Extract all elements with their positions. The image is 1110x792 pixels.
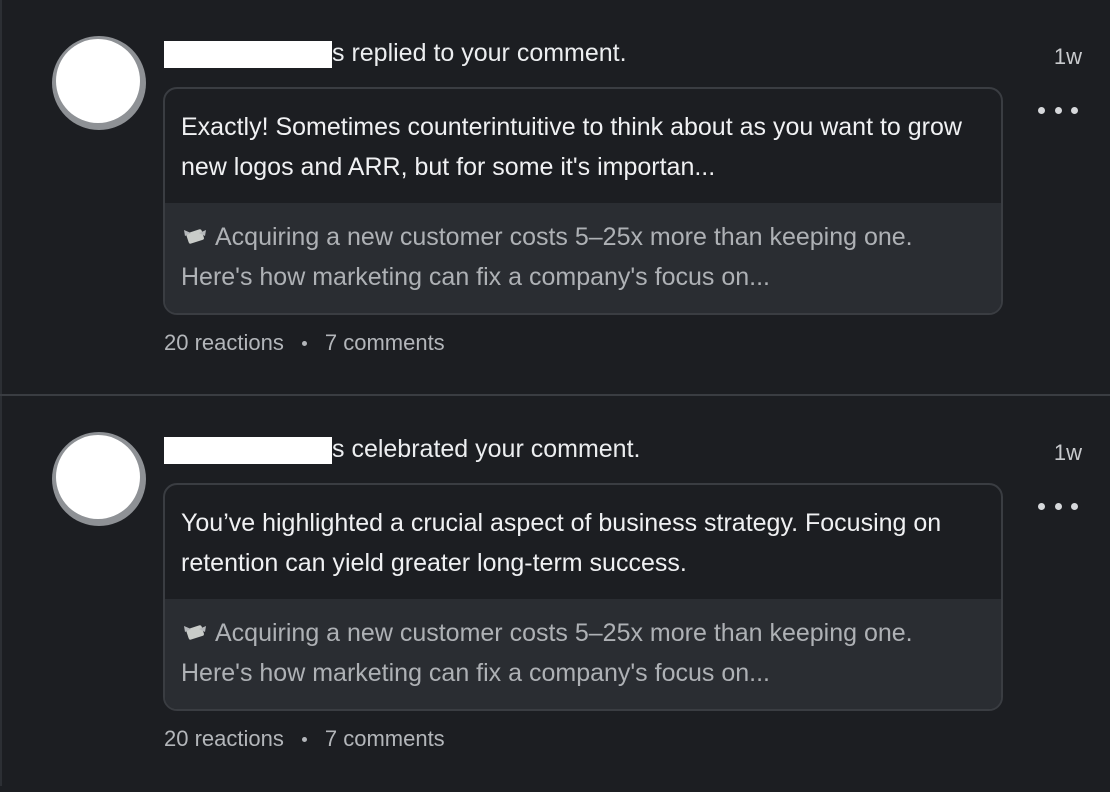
post-preview-text: Acquiring a new customer costs 5–25x mor… bbox=[181, 619, 913, 687]
comment-card[interactable]: Exactly! Sometimes counterintuitive to t… bbox=[163, 87, 1003, 315]
more-options-button[interactable] bbox=[1036, 98, 1080, 122]
engagement-stats: 20 reactions 7 comments bbox=[164, 726, 445, 752]
avatar-redacted bbox=[56, 39, 140, 123]
more-options-button[interactable] bbox=[1036, 494, 1080, 518]
action-text: s replied to your comment. bbox=[332, 39, 627, 67]
avatar[interactable] bbox=[52, 432, 146, 526]
redacted-name bbox=[164, 437, 332, 464]
comment-text: You’ve highlighted a crucial aspect of b… bbox=[181, 509, 942, 577]
timestamp: 1w bbox=[1053, 440, 1082, 465]
more-options-icon bbox=[1038, 106, 1045, 114]
notification-headline[interactable]: s celebrated your comment. bbox=[164, 434, 640, 464]
avatar-redacted bbox=[56, 435, 140, 519]
comments-count[interactable]: 7 comments bbox=[325, 330, 445, 356]
separator-dot bbox=[301, 736, 307, 742]
reactions-count[interactable]: 20 reactions bbox=[164, 330, 284, 356]
money-wings-icon bbox=[184, 625, 206, 640]
avatar[interactable] bbox=[52, 36, 146, 130]
comment-card[interactable]: You’ve highlighted a crucial aspect of b… bbox=[163, 483, 1003, 711]
more-options-icon bbox=[1038, 502, 1045, 510]
notification-item[interactable]: s celebrated your comment. 1w You’ve hig… bbox=[0, 396, 1110, 792]
notification-headline[interactable]: s replied to your comment. bbox=[164, 38, 627, 68]
post-preview-text: Acquiring a new customer costs 5–25x mor… bbox=[181, 223, 913, 291]
action-text: s celebrated your comment. bbox=[332, 435, 641, 463]
redacted-name bbox=[164, 41, 332, 68]
money-wings-icon bbox=[184, 229, 206, 244]
notification-item[interactable]: s replied to your comment. 1w Exactly! S… bbox=[0, 0, 1110, 396]
post-preview[interactable]: Acquiring a new customer costs 5–25x mor… bbox=[165, 599, 1001, 709]
post-preview[interactable]: Acquiring a new customer costs 5–25x mor… bbox=[165, 203, 1001, 313]
separator-dot bbox=[301, 340, 307, 346]
reactions-count[interactable]: 20 reactions bbox=[164, 726, 284, 752]
engagement-stats: 20 reactions 7 comments bbox=[164, 330, 445, 356]
comments-count[interactable]: 7 comments bbox=[325, 726, 445, 752]
comment-text: Exactly! Sometimes counterintuitive to t… bbox=[181, 113, 962, 181]
timestamp: 1w bbox=[1053, 44, 1082, 69]
